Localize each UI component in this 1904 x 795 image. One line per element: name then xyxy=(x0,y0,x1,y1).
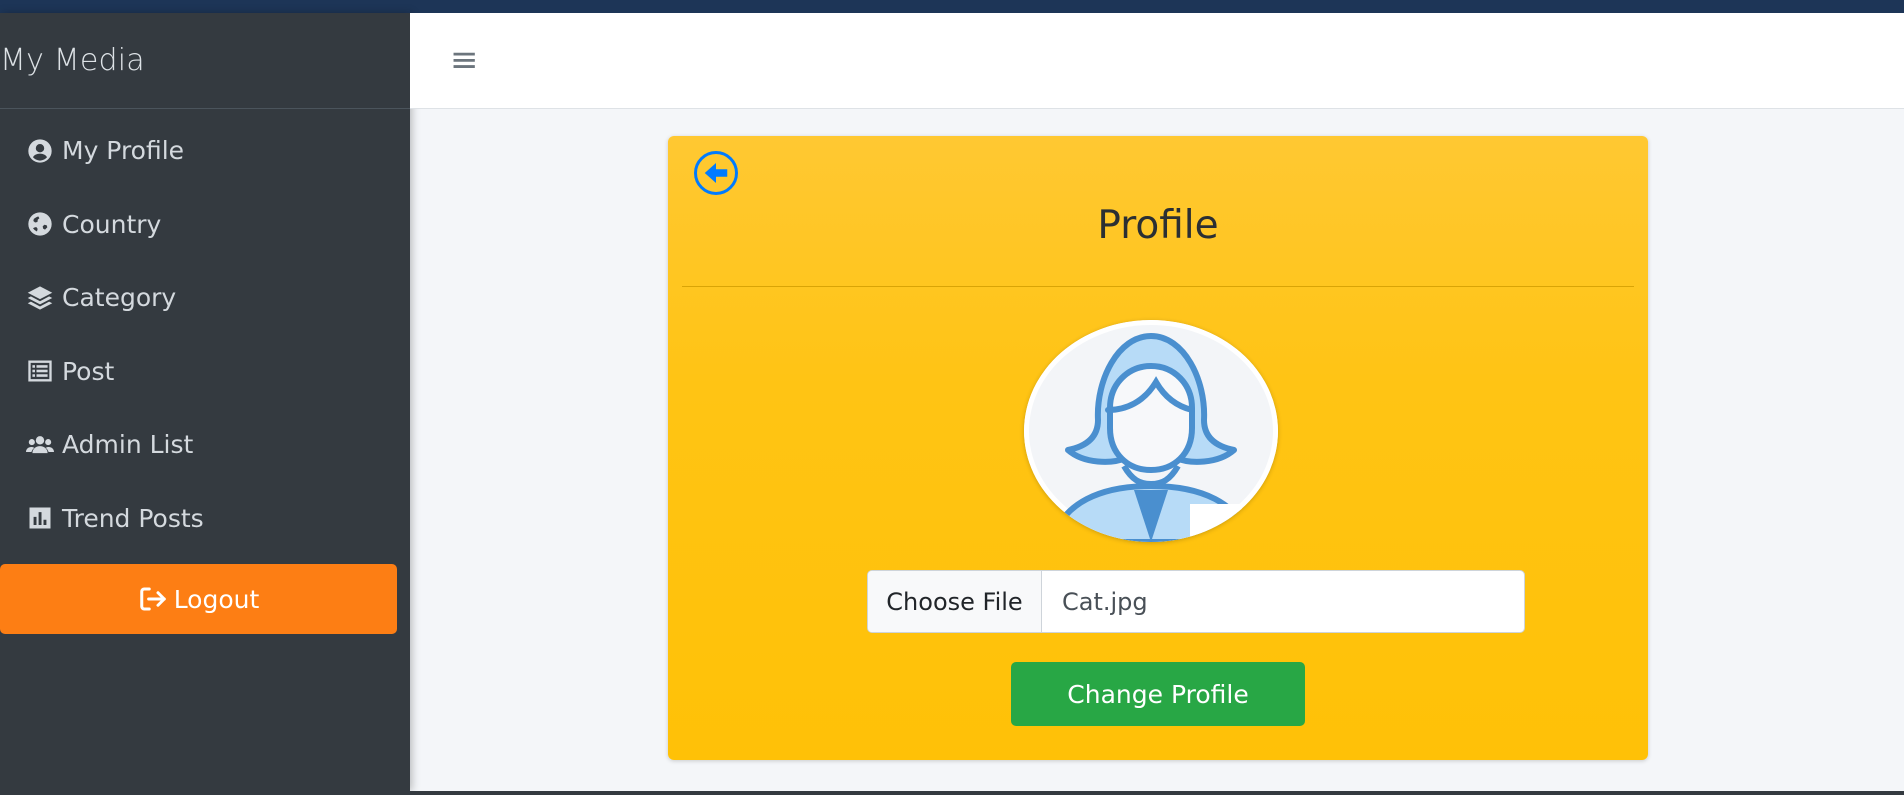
chart-bar-icon xyxy=(26,504,54,532)
sidebar: My Media My Profile Country Category Pos… xyxy=(0,13,410,791)
sidebar-item-label: Country xyxy=(62,209,162,239)
brand[interactable]: My Media xyxy=(0,13,410,109)
menu-toggle-icon[interactable]: ≡ xyxy=(450,43,479,77)
female-user-avatar-icon xyxy=(1024,320,1278,542)
avatar xyxy=(1024,320,1278,542)
user-circle-icon xyxy=(26,137,54,165)
divider xyxy=(682,286,1634,287)
list-alt-icon xyxy=(26,357,54,385)
sidebar-item-post[interactable]: Post xyxy=(0,335,410,409)
top-bar xyxy=(0,0,1904,13)
sidebar-item-label: My Profile xyxy=(62,136,185,166)
globe-icon xyxy=(26,210,54,238)
choose-file-button[interactable]: Choose File xyxy=(868,571,1042,632)
logout-label: Logout xyxy=(173,584,260,614)
sidebar-item-category[interactable]: Category xyxy=(0,261,410,335)
arrow-circle-left-icon xyxy=(704,163,728,183)
sidebar-item-label: Post xyxy=(62,356,115,386)
profile-card: Profile Choose File Cat.jpg Change Profi… xyxy=(668,136,1648,760)
sidebar-item-country[interactable]: Country xyxy=(0,188,410,262)
brand-title: My Media xyxy=(0,43,145,78)
selected-file-name: Cat.jpg xyxy=(1062,587,1148,616)
sidebar-item-my-profile[interactable]: My Profile xyxy=(0,114,410,188)
profile-image-file-input[interactable]: Choose File Cat.jpg xyxy=(867,570,1525,633)
sidebar-item-trend-posts[interactable]: Trend Posts xyxy=(0,482,410,556)
page-title: Profile xyxy=(1097,203,1219,248)
logout-button[interactable]: Logout xyxy=(0,564,397,634)
change-profile-button[interactable]: Change Profile xyxy=(1011,662,1305,726)
bottom-border xyxy=(0,791,1904,795)
sidebar-item-label: Category xyxy=(62,283,177,313)
back-button[interactable] xyxy=(694,151,738,195)
sidebar-nav: My Profile Country Category Post Admin L… xyxy=(0,109,410,555)
layers-icon xyxy=(26,284,54,312)
top-header: ≡ xyxy=(410,13,1904,109)
sidebar-item-label: Admin List xyxy=(62,430,194,460)
users-icon xyxy=(26,431,54,459)
sign-out-icon xyxy=(138,584,168,614)
sidebar-item-label: Trend Posts xyxy=(62,503,204,533)
sidebar-item-admin-list[interactable]: Admin List xyxy=(0,408,410,482)
